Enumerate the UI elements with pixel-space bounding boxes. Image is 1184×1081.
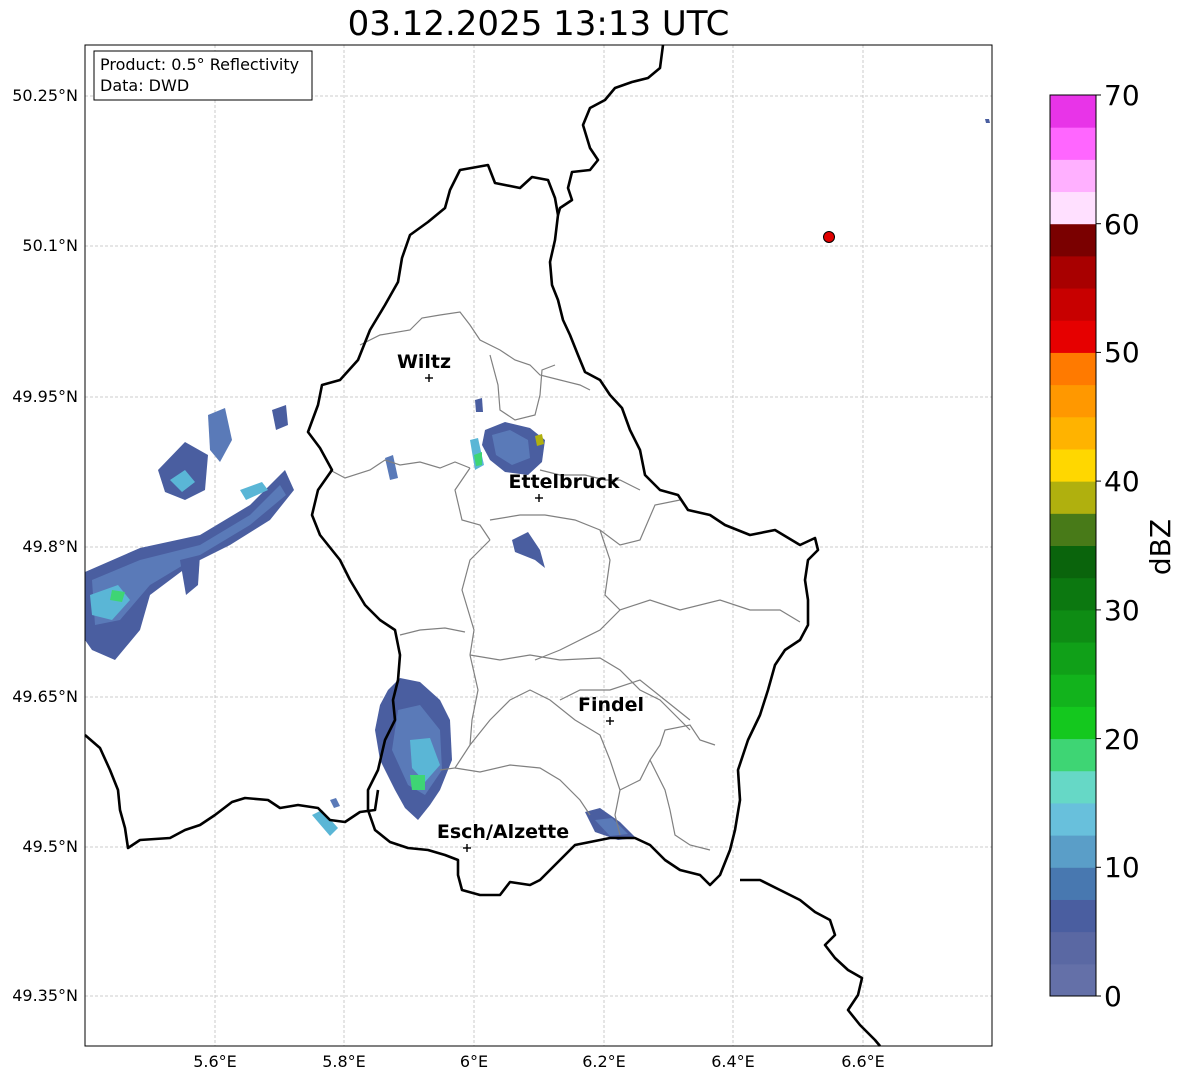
colorbar-segment xyxy=(1050,867,1096,900)
colorbar: 70 60 50 40 30 20 10 0 dBZ xyxy=(1049,79,1177,1013)
city-label-ettelbruck: Ettelbruck xyxy=(509,471,620,493)
colorbar-segments xyxy=(1050,95,1096,997)
colorbar-tick-10: 10 xyxy=(1104,851,1140,884)
colorbar-tick-20: 20 xyxy=(1104,723,1140,756)
lon-tick-5: 6.6°E xyxy=(841,1052,885,1071)
colorbar-segment xyxy=(1050,288,1096,321)
colorbar-segment xyxy=(1050,931,1096,965)
lon-tick-2: 6°E xyxy=(460,1052,488,1071)
colorbar-segment xyxy=(1050,577,1096,611)
colorbar-tick-50: 50 xyxy=(1104,336,1140,369)
colorbar-segment xyxy=(1050,95,1096,128)
colorbar-tick-70: 70 xyxy=(1104,79,1140,112)
colorbar-segment xyxy=(1050,899,1096,933)
lon-tick-0: 5.6°E xyxy=(193,1052,237,1071)
radar-map: Wiltz Ettelbruck Findel Esch/Alzette Pro… xyxy=(12,44,1177,1071)
colorbar-segment xyxy=(1050,255,1096,289)
lat-tick-1: 50.1°N xyxy=(22,236,78,255)
info-data-source: Data: DWD xyxy=(100,76,189,95)
lat-tick-3: 49.8°N xyxy=(22,537,78,556)
colorbar-segment xyxy=(1050,416,1096,450)
colorbar-label: dBZ xyxy=(1144,519,1177,575)
info-box: Product: 0.5° Reflectivity Data: DWD xyxy=(93,50,313,101)
lat-tick-4: 49.65°N xyxy=(12,687,78,706)
colorbar-segment xyxy=(1050,642,1096,675)
colorbar-segment xyxy=(1050,159,1096,193)
colorbar-segment xyxy=(1050,448,1096,482)
colorbar-segment xyxy=(1050,738,1096,772)
colorbar-tick-40: 40 xyxy=(1104,465,1140,498)
colorbar-segment xyxy=(1050,674,1096,707)
colorbar-segment xyxy=(1050,320,1096,353)
colorbar-segment xyxy=(1050,513,1096,546)
colorbar-segment xyxy=(1050,545,1096,579)
colorbar-segment xyxy=(1050,127,1096,160)
colorbar-segment xyxy=(1050,352,1096,386)
colorbar-segment xyxy=(1050,835,1096,868)
colorbar-segment xyxy=(1050,963,1096,997)
colorbar-segment xyxy=(1050,802,1096,836)
colorbar-ticks xyxy=(1096,94,1101,997)
lat-tick-2: 49.95°N xyxy=(12,387,78,406)
city-label-wiltz: Wiltz xyxy=(397,351,451,373)
colorbar-segment xyxy=(1050,384,1096,418)
colorbar-segment xyxy=(1050,191,1096,225)
colorbar-tick-30: 30 xyxy=(1104,594,1140,627)
lat-tick-labels: 50.25°N 50.1°N 49.95°N 49.8°N 49.65°N 49… xyxy=(12,86,78,1005)
red-dot-marker xyxy=(823,231,835,243)
lat-tick-5: 49.5°N xyxy=(22,837,78,856)
city-label-esch: Esch/Alzette xyxy=(437,821,569,843)
colorbar-tick-60: 60 xyxy=(1104,208,1140,241)
city-label-findel: Findel xyxy=(578,694,644,716)
colorbar-segment xyxy=(1050,609,1096,643)
lon-tick-4: 6.4°E xyxy=(711,1052,755,1071)
lon-tick-3: 6.2°E xyxy=(582,1052,626,1071)
lon-tick-labels: 5.6°E 5.8°E 6°E 6.2°E 6.4°E 6.6°E xyxy=(193,1052,885,1071)
colorbar-tick-0: 0 xyxy=(1104,980,1122,1013)
info-product: Product: 0.5° Reflectivity xyxy=(100,55,299,74)
lat-tick-6: 49.35°N xyxy=(12,986,78,1005)
lat-tick-0: 50.25°N xyxy=(12,86,78,105)
colorbar-segment xyxy=(1050,706,1096,740)
lon-tick-1: 5.8°E xyxy=(322,1052,366,1071)
colorbar-segment xyxy=(1050,481,1096,514)
colorbar-segment xyxy=(1050,223,1096,257)
colorbar-segment xyxy=(1050,770,1096,804)
